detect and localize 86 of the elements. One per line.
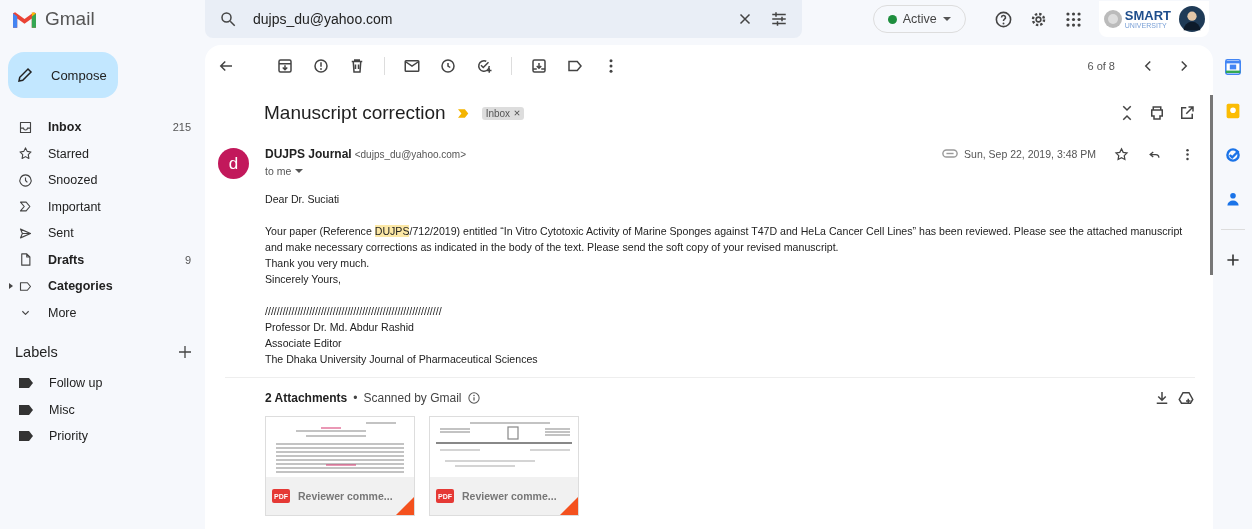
label-tag-icon	[19, 404, 33, 415]
filter-options-icon[interactable]	[770, 10, 788, 28]
label-name: Priority	[49, 429, 89, 444]
nav-item[interactable]: Categories	[8, 273, 205, 300]
email-subject: Manuscript correction	[264, 102, 446, 124]
move-to-icon[interactable]	[530, 57, 548, 75]
nav-label: Starred	[48, 146, 90, 161]
email-paragraph: Thank you very much.	[265, 256, 371, 271]
add-label-icon[interactable]	[179, 346, 191, 358]
seal-icon	[1102, 9, 1123, 29]
scan-note: Scanned by Gmail	[363, 391, 462, 405]
attachment-name: Reviewer comme...	[462, 490, 557, 502]
report-spam-icon[interactable]	[312, 57, 330, 75]
bullet-separator: •	[353, 391, 358, 405]
dropdown-caret-icon	[942, 17, 951, 21]
attachment-icon	[942, 149, 959, 158]
sender-avatar: d	[218, 148, 249, 179]
info-icon[interactable]	[467, 392, 480, 404]
nav-item[interactable]: More	[8, 299, 205, 326]
email-date: Sun, Sep 22, 2019, 3:48 PM	[964, 148, 1096, 160]
label-name: Misc	[49, 402, 76, 417]
open-new-window-icon[interactable]	[1178, 104, 1196, 122]
dropdown-caret-icon	[295, 169, 304, 173]
nav-label: Drafts	[48, 252, 86, 267]
print-icon[interactable]	[1148, 104, 1166, 122]
add-task-icon[interactable]	[475, 57, 493, 75]
label-name: Follow up	[49, 376, 104, 391]
email-paragraph: ////////////////////////////////////////////////////////////	[265, 304, 443, 319]
save-to-drive-icon[interactable]	[1177, 389, 1195, 407]
attachment-name: Reviewer comme...	[298, 490, 393, 502]
pencil-icon	[16, 66, 34, 84]
remove-label-icon[interactable]	[514, 110, 521, 116]
email-paragraph: Your paper (Reference DUJPS/712/2019) entitled “In Vitro Cytotoxic Activity of Marine Sponges against T47D and HeLa Cancer Cell Lines” has been reviewed. Please see the attached manuscript and make necessary corrections as indicated in the body of the text. Please send the soft copy of your revised manuscript.	[265, 224, 1184, 255]
mail-icon[interactable]	[403, 57, 421, 75]
nav-item[interactable]: Snoozed	[8, 167, 205, 194]
compose-button[interactable]: Compose	[8, 52, 118, 98]
label-item[interactable]: Follow up	[8, 370, 205, 397]
nav-item[interactable]: Inbox 215	[8, 114, 205, 141]
gmail-logo-icon	[12, 9, 37, 29]
email-paragraph: Dear Dr. Suciati	[265, 192, 341, 207]
avatar-icon[interactable]	[1179, 6, 1205, 32]
email-paragraph: Professor Dr. Md. Abdur Rashid	[265, 320, 415, 335]
label-item[interactable]: Misc	[8, 396, 205, 423]
nav-item[interactable]: Important	[8, 193, 205, 220]
nav-label: Sent	[48, 226, 75, 241]
importance-marker-icon[interactable]	[457, 108, 470, 118]
labels-heading: Labels	[15, 344, 58, 360]
nav-item[interactable]: Starred	[8, 140, 205, 167]
pagination-count: 6 of 8	[1087, 60, 1115, 72]
nav-item[interactable]: Sent	[8, 220, 205, 247]
status-dropdown[interactable]: Active	[872, 5, 966, 33]
sender-email: <dujps_du@yahoo.com>	[354, 149, 467, 160]
clock-icon[interactable]	[439, 57, 457, 75]
apps-grid-icon[interactable]	[1063, 9, 1083, 29]
nav-label: Important	[48, 199, 102, 214]
label-tag-icon	[19, 378, 33, 389]
nav-item[interactable]: Drafts 9	[8, 246, 205, 273]
folded-corner-icon	[560, 497, 578, 515]
star-icon[interactable]	[1114, 147, 1129, 162]
calendar-icon[interactable]	[1224, 59, 1241, 75]
add-addon-icon[interactable]	[1224, 252, 1241, 268]
unread-count: 9	[184, 253, 191, 266]
account-logo-text: SMART	[1124, 9, 1171, 22]
email-paragraph: The Dhaka University Journal of Pharmaceutical Sciences	[265, 352, 539, 367]
unread-count: 215	[172, 121, 191, 134]
email-paragraph: Associate Editor	[265, 336, 343, 351]
search-icon	[219, 10, 237, 28]
archive-icon[interactable]	[276, 57, 294, 75]
nav-label: Inbox	[48, 120, 83, 135]
nav-label: Snoozed	[48, 173, 99, 188]
nav-label: Categories	[48, 279, 114, 294]
app-name: Gmail	[45, 8, 95, 30]
tasks-icon[interactable]	[1224, 147, 1241, 163]
label-item[interactable]: Priority	[8, 423, 205, 450]
nav-label: More	[48, 305, 78, 320]
label-tag-icon	[19, 431, 33, 442]
folded-corner-icon	[396, 497, 414, 515]
inbox-chip: Inbox	[481, 106, 525, 120]
email-paragraph: Sincerely Yours,	[265, 272, 342, 287]
sender-name: DUJPS Journal	[265, 147, 352, 161]
help-icon[interactable]	[993, 9, 1013, 29]
scrollbar[interactable]	[1210, 95, 1213, 275]
attachments-count: 2 Attachments	[265, 391, 348, 405]
search-field[interactable]: dujps_du@yahoo.com	[205, 0, 802, 38]
recipient-dropdown[interactable]: to me	[265, 165, 304, 177]
expand-arrow-icon	[9, 283, 13, 290]
